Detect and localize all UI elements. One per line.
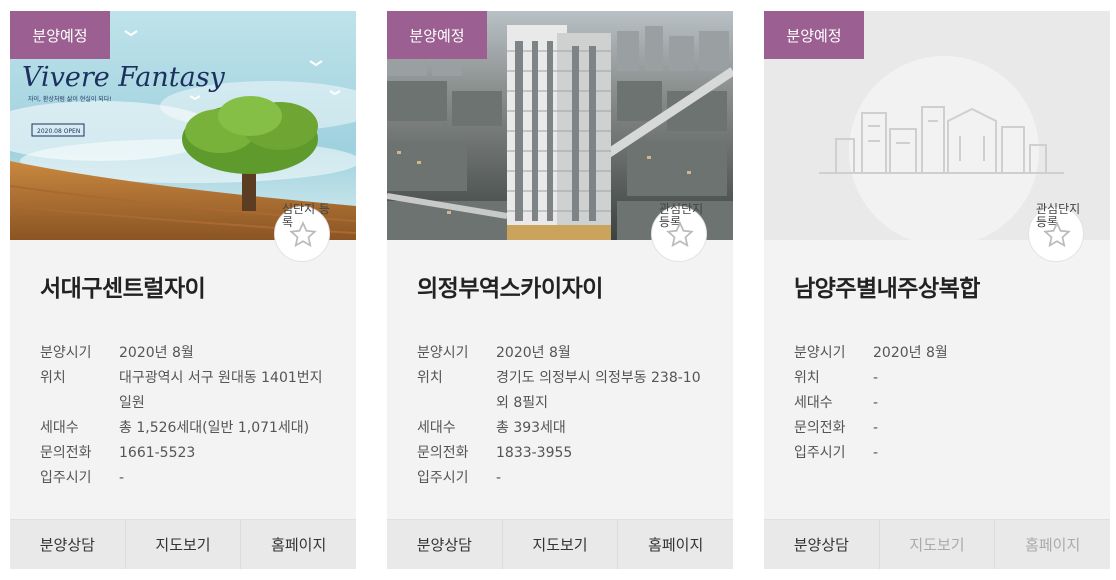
- homepage-button-disabled: 홈페이지: [994, 520, 1110, 569]
- card-button-bar: 분양상담 지도보기 홈페이지: [387, 519, 733, 569]
- apartment-title[interactable]: 남양주별내주상복합: [794, 269, 980, 303]
- consult-button[interactable]: 분양상담: [10, 520, 125, 569]
- favorite-button[interactable]: 관심단지 등록: [1028, 203, 1084, 262]
- brand-text: Vivere Fantasy: [22, 62, 226, 93]
- info-row-move-in: 입주시기 -: [417, 470, 502, 486]
- apartment-title[interactable]: 서대구센트럴자이: [40, 269, 206, 303]
- favorite-button[interactable]: 관심단지 등록: [651, 203, 707, 262]
- apartment-card: Vivere Fantasy 자이, 환상처럼 삶이 현실이 되다! 2020.…: [10, 11, 356, 569]
- info-row-location: 위치 -: [794, 370, 879, 386]
- info-list: 분양시기 2020년 8월 위치 대구광역시 서구 원대동 1401번지 일원 …: [40, 341, 340, 491]
- info-row-sale-period: 분양시기 2020년 8월: [417, 345, 571, 361]
- info-list: 분양시기 2020년 8월 위치 경기도 의정부시 의정부동 238-10 외 …: [417, 341, 717, 491]
- info-row-households: 세대수 -: [794, 395, 879, 411]
- info-row-households: 세대수 총 393세대: [417, 420, 566, 436]
- info-row-sale-period: 분양시기 2020년 8월: [40, 345, 194, 361]
- status-badge: 분양예정: [387, 11, 487, 59]
- map-button[interactable]: 지도보기: [501, 520, 618, 569]
- map-button[interactable]: 지도보기: [124, 520, 241, 569]
- info-row-phone: 문의전화 1833-3955: [417, 445, 573, 461]
- apartment-card: 분양예정 관심단지 등록 의정부역스카이자이 분양시기 2020년 8월 위치 …: [387, 11, 733, 569]
- info-list: 분양시기 2020년 8월 위치 - 세대수 - 문의전화 - 입주시기 -: [794, 341, 1094, 466]
- apartment-card: 분양예정 관심단지 등록 남양주별내주상복합 분양시기 2020년 8월 위치 …: [764, 11, 1110, 569]
- apartment-title[interactable]: 의정부역스카이자이: [417, 269, 603, 303]
- info-row-households: 세대수 총 1,526세대(일반 1,071세대): [40, 420, 310, 436]
- status-badge: 분양예정: [10, 11, 110, 59]
- consult-button[interactable]: 분양상담: [387, 520, 502, 569]
- star-icon: [1043, 221, 1071, 248]
- info-row-move-in: 입주시기 -: [40, 470, 125, 486]
- homepage-button[interactable]: 홈페이지: [240, 520, 356, 569]
- info-row-sale-period: 분양시기 2020년 8월: [794, 345, 948, 361]
- info-row-move-in: 입주시기 -: [794, 445, 879, 461]
- homepage-button[interactable]: 홈페이지: [617, 520, 733, 569]
- card-button-bar: 분양상담 지도보기 홈페이지: [764, 519, 1110, 569]
- card-button-bar: 분양상담 지도보기 홈페이지: [10, 519, 356, 569]
- favorite-button[interactable]: 심단지 등록: [274, 203, 330, 262]
- star-icon: [289, 221, 317, 248]
- svg-text:자이, 환상처럼 삶이 현실이 되다!: 자이, 환상처럼 삶이 현실이 되다!: [28, 95, 112, 103]
- star-icon: [666, 221, 694, 248]
- consult-button[interactable]: 분양상담: [764, 520, 879, 569]
- status-badge: 분양예정: [764, 11, 864, 59]
- map-button-disabled: 지도보기: [878, 520, 995, 569]
- info-row-location: 위치 경기도 의정부시 의정부동 238-10 외 8필지: [417, 370, 701, 411]
- info-row-phone: 문의전화 -: [794, 420, 879, 436]
- info-row-phone: 문의전화 1661-5523: [40, 445, 196, 461]
- svg-text:2020.08 OPEN: 2020.08 OPEN: [37, 128, 80, 135]
- info-row-location: 위치 대구광역시 서구 원대동 1401번지 일원: [40, 370, 323, 411]
